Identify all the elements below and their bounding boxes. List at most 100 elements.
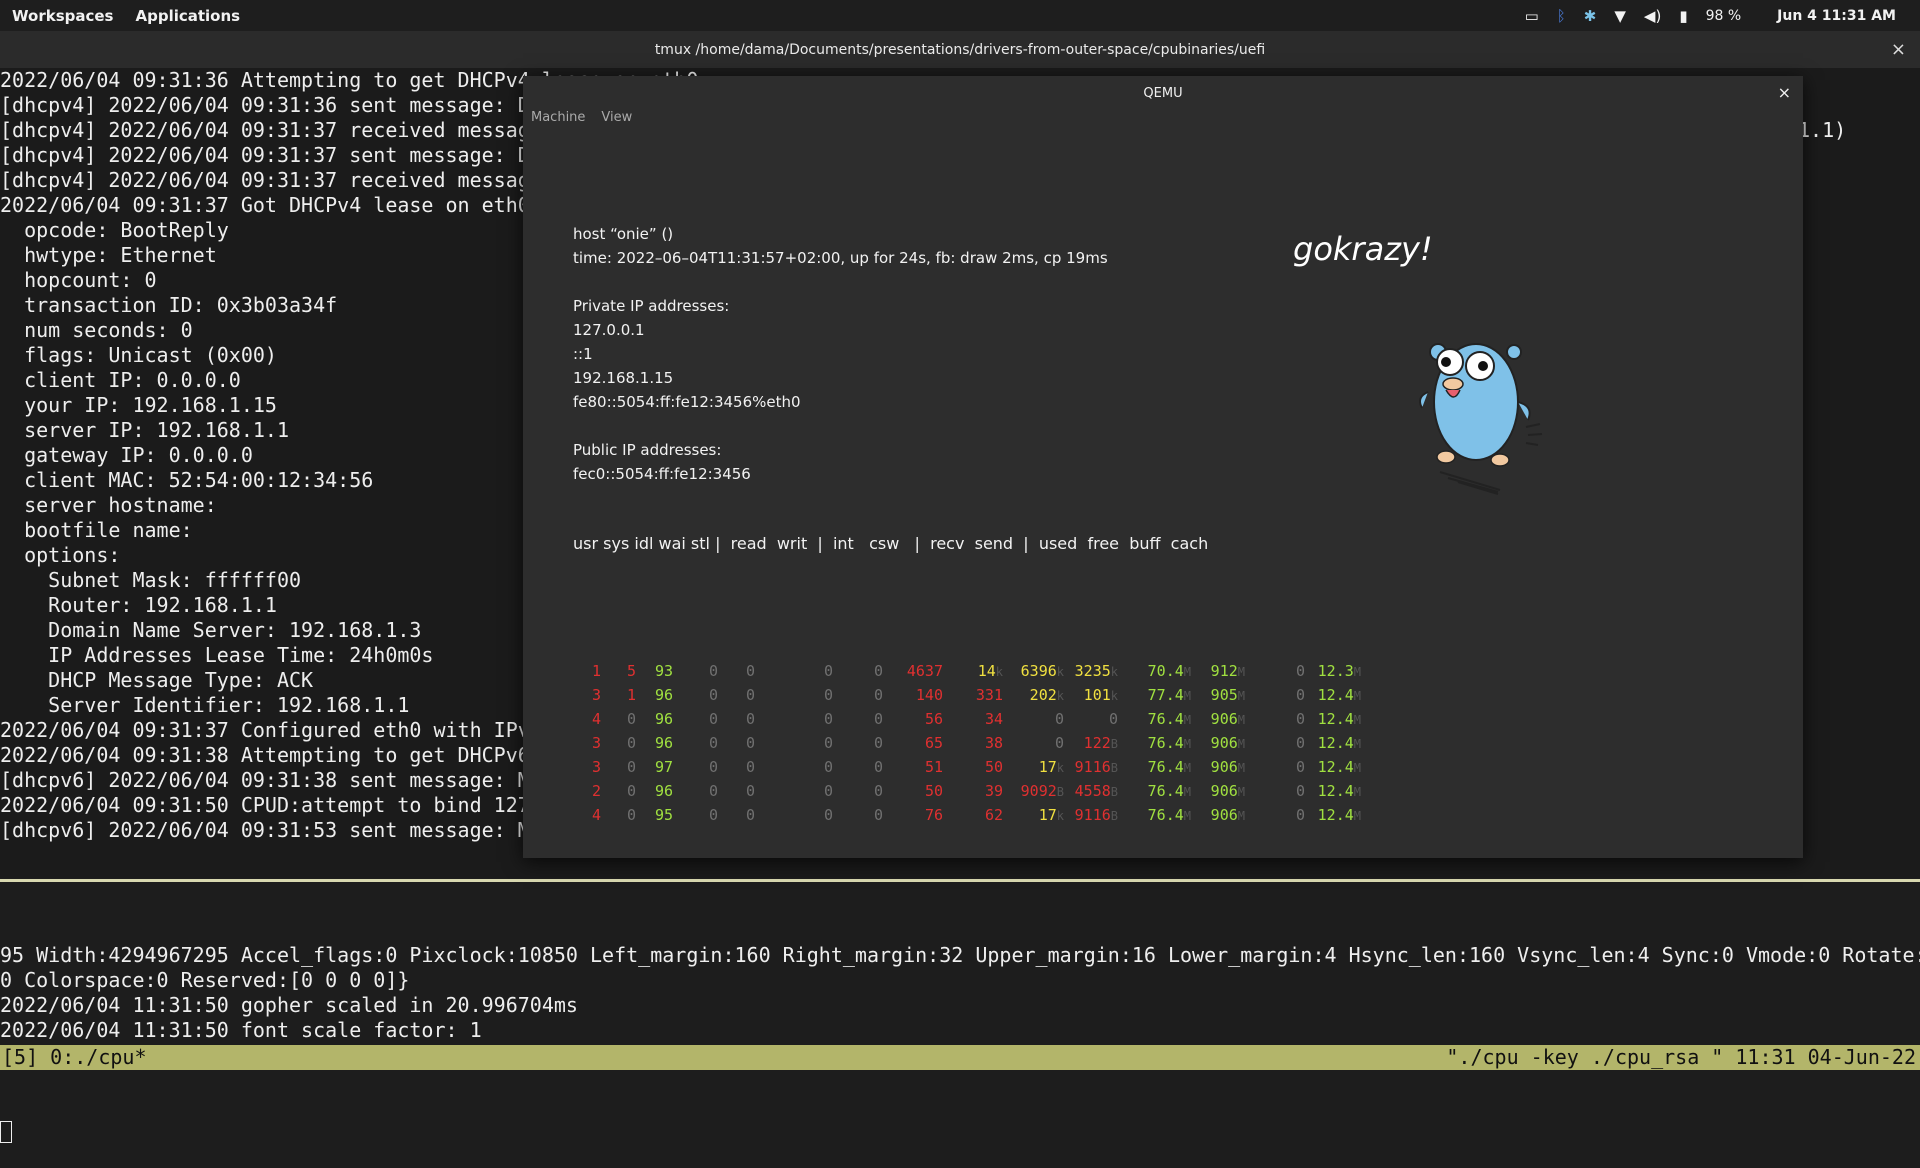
dstat-cell: 122B	[1058, 734, 1118, 752]
dstat-value: 12.4	[1317, 734, 1354, 752]
public-ip-heading: Public IP addresses:	[573, 441, 722, 459]
dstat-value: 906	[1210, 710, 1238, 728]
dstat-cell: 12.4M	[1301, 734, 1361, 752]
dstat-cell: 14k	[943, 662, 1003, 680]
dstat-cell: 0	[695, 782, 755, 800]
dstat-unit: k	[995, 665, 1003, 679]
volume-icon[interactable]: ◀)	[1644, 7, 1661, 25]
terminal-line: 0 Colorspace:0 Reserved:[0 0 0 0]}	[0, 968, 410, 992]
dstat-value: 12.4	[1317, 806, 1354, 824]
bluetooth-icon[interactable]: ᛒ	[1557, 7, 1566, 25]
dstat-value: 76.4	[1147, 710, 1184, 728]
slack-icon[interactable]: ✱	[1584, 7, 1597, 25]
dstat-cell: 9116B	[1058, 758, 1118, 776]
terminal-cursor	[0, 1120, 12, 1143]
dstat-cell: 50	[883, 782, 943, 800]
qemu-window[interactable]: QEMU × Machine View host “onie” () time:…	[523, 76, 1803, 858]
dstat-cell: 0	[1245, 710, 1305, 728]
dstat-cell: 101k	[1058, 686, 1118, 704]
dstat-value: 906	[1210, 806, 1238, 824]
dstat-unit: M	[1237, 713, 1245, 727]
dstat-unit: M	[1353, 761, 1361, 775]
dstat-cell: 906M	[1185, 782, 1245, 800]
dstat-cell: 76	[883, 806, 943, 824]
dstat-value: 76.4	[1147, 782, 1184, 800]
dstat-value: 62	[984, 806, 1003, 824]
tmux-window-list[interactable]: [5] 0:./cpu*	[2, 1045, 147, 1070]
dstat-value: 0	[873, 686, 883, 704]
dstat-value: 331	[975, 686, 1003, 704]
qemu-display[interactable]: host “onie” () time: 2022–06–04T11:31:57…	[523, 132, 1803, 858]
dstat-value: 70.4	[1147, 662, 1184, 680]
workspaces-menu[interactable]: Workspaces	[12, 7, 113, 25]
terminal-pane-lower[interactable]: 95 Width:4294967295 Accel_flags:0 Pixclo…	[0, 893, 1920, 1168]
terminal-line: 2022/06/04 11:31:50 font scale factor: 1	[0, 1018, 482, 1042]
qemu-menubar: Machine View	[523, 110, 1803, 130]
dstat-value: 0	[745, 710, 755, 728]
dstat-value: 12.3	[1317, 662, 1354, 680]
dstat-value: 77.4	[1147, 686, 1184, 704]
time-line: time: 2022–06–04T11:31:57+02:00, up for …	[573, 249, 1108, 267]
ip-address: 192.168.1.15	[573, 369, 674, 387]
dstat-cell: 12.4M	[1301, 806, 1361, 824]
dstat-value: 202	[1029, 686, 1057, 704]
dstat-value: 4558	[1074, 782, 1111, 800]
gopher-mascot-icon	[1419, 343, 1543, 495]
pane-divider[interactable]	[0, 879, 1920, 882]
dstat-unit: M	[1353, 809, 1361, 823]
applications-menu[interactable]: Applications	[135, 7, 240, 25]
dstat-value: 76.4	[1147, 734, 1184, 752]
dstat-cell: 202k	[1004, 686, 1064, 704]
dstat-cell: 0	[1245, 782, 1305, 800]
dstat-value: 50	[924, 782, 943, 800]
dstat-cell: 0	[1058, 710, 1118, 728]
dstat-cell: 62	[943, 806, 1003, 824]
dstat-cell: 76.4M	[1131, 734, 1191, 752]
ip-address: 127.0.0.1	[573, 321, 645, 339]
dstat-value: 56	[924, 710, 943, 728]
dstat-value: 12.4	[1317, 758, 1354, 776]
dstat-value: 0	[873, 710, 883, 728]
dstat-cell: 906M	[1185, 734, 1245, 752]
dstat-value: 12.4	[1317, 710, 1354, 728]
dstat-value: 0	[1108, 710, 1118, 728]
ip-address: ::1	[573, 345, 593, 363]
close-icon[interactable]: ×	[1778, 83, 1791, 102]
dstat-unit: M	[1353, 689, 1361, 703]
tmux-status-right: "./cpu -key ./cpu_rsa " 11:31 04-Jun-22	[1446, 1045, 1916, 1069]
dstat-cell: 4637	[883, 662, 943, 680]
dstat-cell: 0	[1245, 758, 1305, 776]
wifi-icon[interactable]: ▼	[1614, 7, 1626, 25]
dstat-cell: 6396k	[1004, 662, 1064, 680]
close-icon[interactable]: ×	[1891, 39, 1906, 60]
display-icon[interactable]: ▭	[1525, 7, 1539, 25]
dstat-cell: 4558B	[1058, 782, 1118, 800]
dstat-cell: 905M	[1185, 686, 1245, 704]
dstat-value: 12.4	[1317, 686, 1354, 704]
window-titlebar[interactable]: tmux /home/dama/Documents/presentations/…	[0, 31, 1920, 68]
dstat-unit: M	[1237, 689, 1245, 703]
clock[interactable]: Jun 4 11:31 AM	[1777, 8, 1896, 24]
dstat-value: 38	[984, 734, 1003, 752]
dstat-cell: 76.4M	[1131, 758, 1191, 776]
dstat-cell: 38	[943, 734, 1003, 752]
dstat-cell: 906M	[1185, 806, 1245, 824]
dstat-cell: 0	[1245, 734, 1305, 752]
dstat-cell: 51	[883, 758, 943, 776]
private-ip-heading: Private IP addresses:	[573, 297, 730, 315]
dstat-cell: 39	[943, 782, 1003, 800]
dstat-value: 4637	[906, 662, 943, 680]
dstat-value: 34	[984, 710, 1003, 728]
dstat-cell: 50	[943, 758, 1003, 776]
qemu-titlebar[interactable]: QEMU ×	[523, 76, 1803, 110]
dstat-cell: 906M	[1185, 710, 1245, 728]
menu-view[interactable]: View	[601, 110, 632, 130]
dstat-cell: 3235k	[1058, 662, 1118, 680]
dstat-value: 906	[1210, 734, 1238, 752]
battery-icon[interactable]: ▮	[1679, 7, 1687, 25]
dstat-cell: 12.4M	[1301, 686, 1361, 704]
dstat-cell: 912M	[1185, 662, 1245, 680]
dstat-value: 140	[915, 686, 943, 704]
dstat-cell: 34	[943, 710, 1003, 728]
menu-machine[interactable]: Machine	[531, 110, 585, 130]
